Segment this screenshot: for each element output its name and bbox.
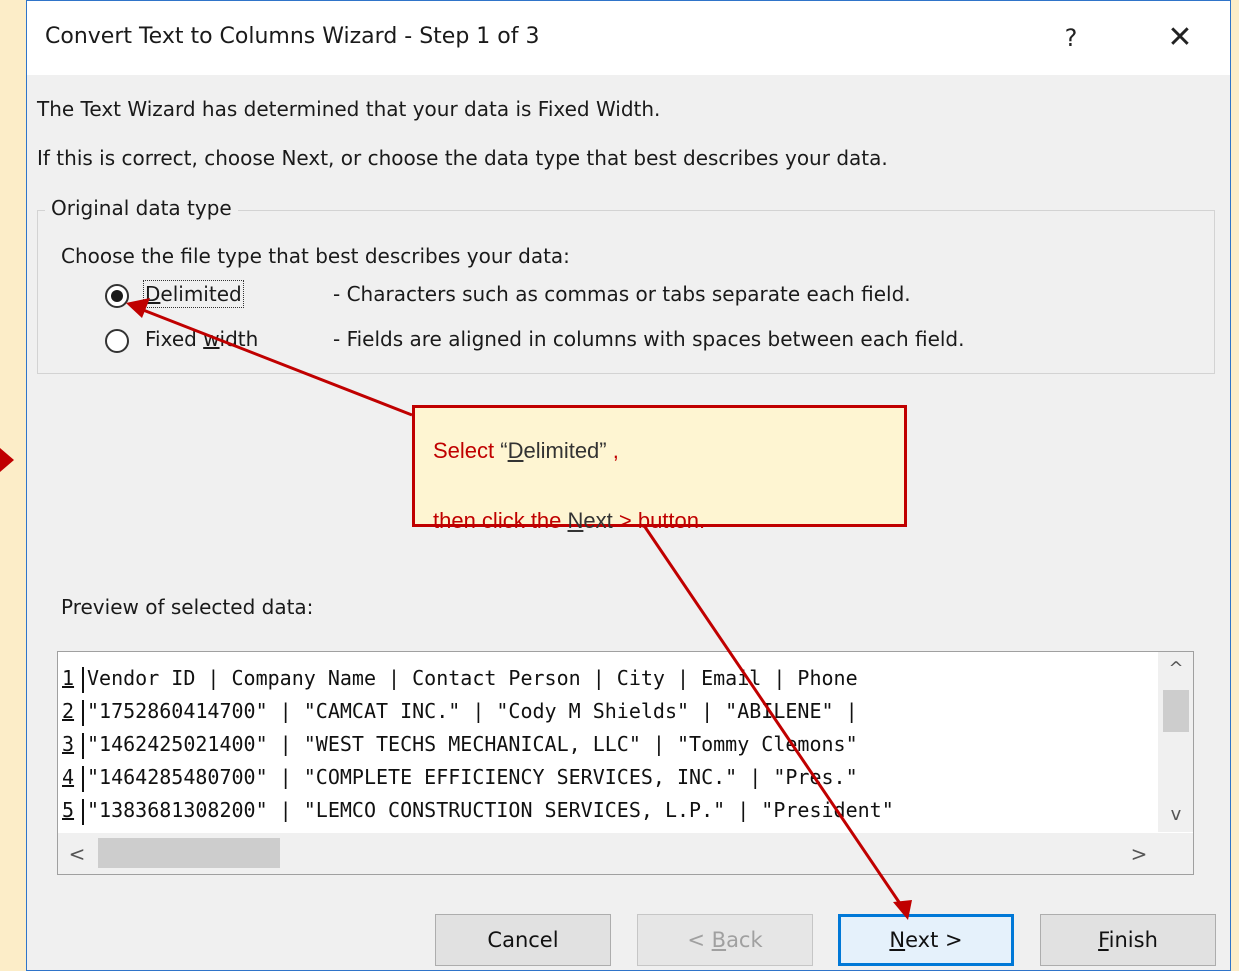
- data-preview[interactable]: 1 Vendor ID | Company Name | Contact Pers…: [57, 651, 1194, 875]
- preview-row: 1 Vendor ID | Company Name | Contact Pers…: [62, 662, 1150, 695]
- wizard-message: The Text Wizard has determined that your…: [37, 97, 661, 121]
- radio-delimited-circle[interactable]: [105, 284, 129, 308]
- dialog-title: Convert Text to Columns Wizard - Step 1 …: [45, 24, 540, 49]
- radio-fixed-width-circle[interactable]: [105, 329, 129, 353]
- callout-line-1: Select “Delimited” ,: [433, 438, 619, 463]
- preview-lines: 1 Vendor ID | Company Name | Contact Pers…: [62, 662, 1150, 832]
- scroll-right-icon[interactable]: >: [1122, 833, 1156, 874]
- radio-selected-dot: [111, 290, 123, 302]
- preview-row: 3 "1462425021400" | "WEST TECHS MECHANICA…: [62, 728, 1150, 761]
- wizard-dialog: Convert Text to Columns Wizard - Step 1 …: [26, 0, 1231, 971]
- cancel-button[interactable]: Cancel: [435, 914, 611, 966]
- finish-button[interactable]: Finish: [1040, 914, 1216, 966]
- preview-row: 5 "1383681308200" | "LEMCO CONSTRUCTION S…: [62, 794, 1150, 827]
- preview-label: Preview of selected data:: [61, 595, 314, 619]
- next-button[interactable]: Next >: [838, 914, 1014, 966]
- vertical-scrollbar[interactable]: ^ v: [1158, 652, 1193, 832]
- radio-fixed-width-description: - Fields are aligned in columns with spa…: [333, 327, 965, 351]
- radio-delimited-label[interactable]: Delimited: [143, 280, 244, 308]
- back-button[interactable]: < Back: [637, 914, 813, 966]
- instruction-callout: Select “Delimited” , then click the Next…: [412, 405, 907, 533]
- scroll-down-icon[interactable]: v: [1158, 800, 1193, 830]
- help-button[interactable]: ?: [1059, 18, 1083, 58]
- callout-line-2: then click the Next > button.: [433, 508, 706, 533]
- group-legend: Original data type: [45, 196, 238, 220]
- wizard-instruction: If this is correct, choose Next, or choo…: [37, 146, 888, 170]
- choose-label: Choose the file type that best describes…: [61, 244, 570, 268]
- horizontal-scroll-thumb[interactable]: [98, 838, 280, 868]
- close-button[interactable]: ✕: [1163, 18, 1197, 58]
- horizontal-scrollbar[interactable]: < >: [58, 833, 1158, 874]
- scroll-up-icon[interactable]: ^: [1158, 654, 1193, 684]
- side-pointer-icon: [0, 448, 14, 472]
- scroll-left-icon[interactable]: <: [60, 833, 94, 874]
- scroll-corner: [1158, 833, 1193, 874]
- title-bar[interactable]: Convert Text to Columns Wizard - Step 1 …: [27, 1, 1230, 75]
- radio-delimited-description: - Characters such as commas or tabs sepa…: [333, 282, 911, 306]
- preview-row: 2 "1752860414700" | "CAMCAT INC." | "Cody…: [62, 695, 1150, 728]
- radio-fixed-width-label[interactable]: Fixed width: [145, 327, 258, 351]
- vertical-scroll-thumb[interactable]: [1163, 690, 1189, 732]
- preview-row: 4 "1464285480700" | "COMPLETE EFFICIENCY …: [62, 761, 1150, 794]
